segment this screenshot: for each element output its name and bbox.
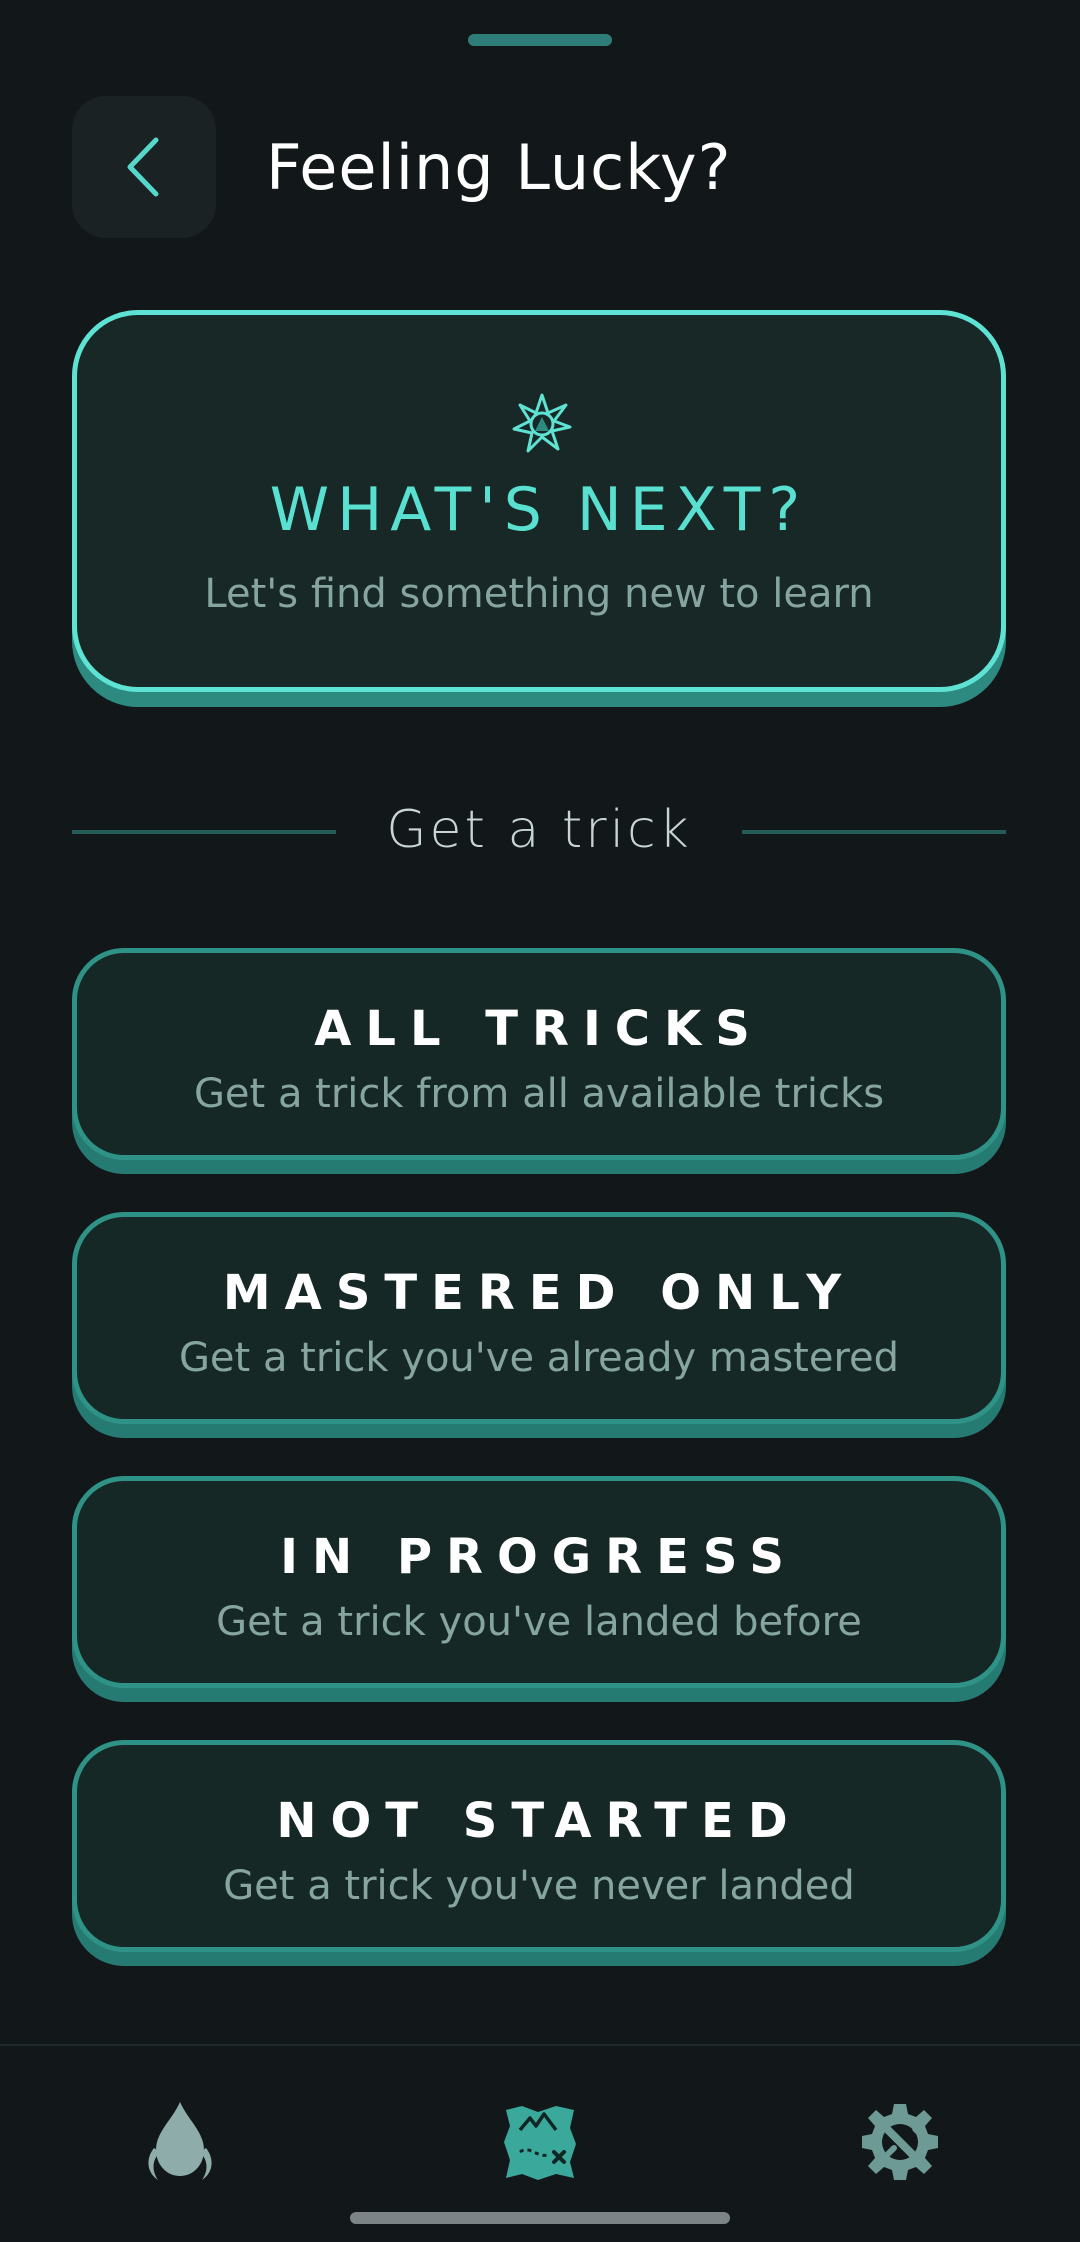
option-subtitle: Get a trick from all available tricks	[193, 1071, 885, 1117]
nav-item-home[interactable]	[132, 2094, 228, 2190]
hero-subtitle: Let's find something new to learn	[204, 571, 874, 617]
home-indicator[interactable]	[350, 2212, 730, 2224]
mastered-only-button[interactable]: MASTERED ONLY Get a trick you've already…	[72, 1212, 1006, 1424]
compass-star-icon	[512, 393, 572, 453]
whats-next-card[interactable]: WHAT'S NEXT? Let's find something new to…	[72, 310, 1006, 692]
settings-tools-icon	[862, 2104, 938, 2180]
option-title: NOT STARTED	[276, 1793, 802, 1849]
hero-title: WHAT'S NEXT?	[269, 475, 809, 545]
treasure-map-icon	[504, 2106, 576, 2180]
option-title: ALL TRICKS	[314, 1001, 764, 1057]
divider-line-left	[72, 830, 336, 834]
top-drag-handle[interactable]	[468, 34, 612, 46]
flame-icon	[148, 2102, 212, 2180]
section-divider: Get a trick	[72, 786, 1006, 882]
all-tricks-button[interactable]: ALL TRICKS Get a trick from all availabl…	[72, 948, 1006, 1160]
nav-item-settings[interactable]	[852, 2094, 948, 2190]
option-subtitle: Get a trick you've never landed	[223, 1863, 855, 1909]
chevron-left-icon	[127, 137, 159, 197]
not-started-button[interactable]: NOT STARTED Get a trick you've never lan…	[72, 1740, 1006, 1952]
back-button[interactable]	[72, 96, 216, 238]
option-subtitle: Get a trick you've landed before	[216, 1599, 862, 1645]
nav-item-discover[interactable]	[492, 2094, 588, 2190]
option-title: IN PROGRESS	[280, 1529, 798, 1585]
divider-line-right	[742, 830, 1006, 834]
header: Feeling Lucky?	[72, 96, 732, 238]
section-label: Get a trick	[386, 800, 692, 860]
in-progress-button[interactable]: IN PROGRESS Get a trick you've landed be…	[72, 1476, 1006, 1688]
option-title: MASTERED ONLY	[222, 1265, 856, 1321]
page-title: Feeling Lucky?	[266, 130, 732, 204]
option-subtitle: Get a trick you've already mastered	[178, 1335, 900, 1381]
